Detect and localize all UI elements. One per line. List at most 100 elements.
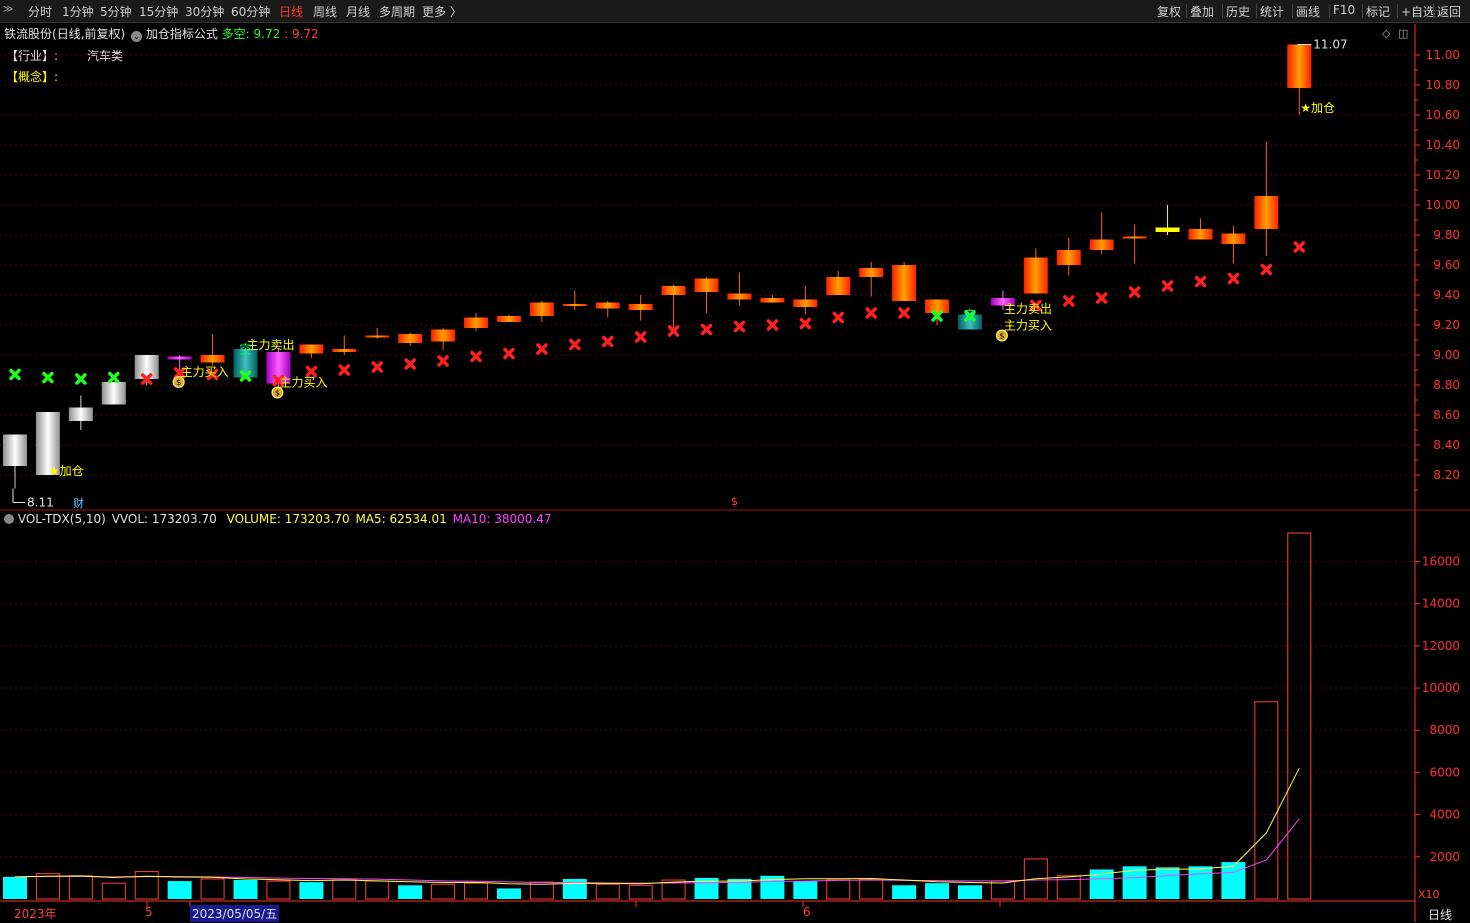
volume-bar <box>332 879 357 900</box>
volume-bar <box>694 877 719 899</box>
signal-stroke <box>140 373 153 385</box>
period-tab-2[interactable]: 5分钟 <box>100 3 132 20</box>
period-tab-4[interactable]: 30分钟 <box>185 3 224 20</box>
diamond-icon[interactable]: ◇ <box>1382 27 1390 40</box>
signal-stroke <box>1095 292 1108 304</box>
signal-stroke <box>272 374 285 387</box>
green-signal-mark <box>42 371 54 384</box>
signal-stroke <box>206 368 219 381</box>
price-tick-label: 11.00 <box>1426 48 1460 62</box>
period-tab-7[interactable]: 周线 <box>313 3 337 20</box>
maximize-icon[interactable]: ◫ <box>1398 27 1408 40</box>
signal-stroke <box>1260 263 1273 276</box>
volume-tick-label: 14000 <box>1422 597 1460 611</box>
volume-bar <box>464 882 489 900</box>
signal-stroke <box>305 365 318 378</box>
volume-bar <box>1254 701 1279 900</box>
year-label: 2023年 <box>14 907 57 921</box>
green-signal-mark <box>9 368 21 381</box>
signal-stroke <box>42 371 54 384</box>
candle-body <box>562 304 587 306</box>
red-signal-mark <box>404 358 416 370</box>
volume-bar <box>892 885 917 899</box>
dividend-marker[interactable]: $ <box>731 495 738 508</box>
red-signal-mark <box>832 311 844 324</box>
price-tick-label: 10.00 <box>1426 198 1460 212</box>
red-signal-mark <box>1293 241 1306 253</box>
signal-stroke <box>634 331 647 343</box>
toolbar-separator <box>1256 4 1257 18</box>
toolbar-action-4[interactable]: 画线 <box>1296 3 1320 20</box>
coin-icon <box>995 329 1008 342</box>
toolbar-action-8[interactable]: 返回 <box>1437 3 1461 20</box>
period-tab-8[interactable]: 月线 <box>346 3 370 20</box>
period-label[interactable]: 日线 <box>1428 906 1452 923</box>
toolbar-action-5[interactable]: F10 <box>1333 3 1355 17</box>
kline-chart[interactable]: 8.20 8.40 8.60 8.80 9.00 9.20 9.40 9.60 9.80 10.0… <box>0 0 1470 922</box>
signal-stroke <box>931 310 943 322</box>
formula-selector[interactable]: ⌄ 加仓指标公式 多空: 9.72 : 9.72 <box>131 25 319 42</box>
red-signal-mark <box>305 365 318 378</box>
signal-stroke <box>305 365 318 378</box>
volume-indicator-name[interactable]: VOL-TDX(5,10) <box>18 512 106 526</box>
month-5-label: 5 <box>145 905 153 919</box>
signal-stroke <box>865 307 877 319</box>
green-signal-mark <box>239 370 252 382</box>
chart-annotation: ★加仓 <box>1300 101 1335 115</box>
signal-stroke <box>700 323 713 336</box>
period-tab-6[interactable]: 日线 <box>279 3 303 20</box>
stock-title: 铁流股份(日线,前复权) <box>4 25 125 42</box>
signal-stroke <box>42 371 54 384</box>
volume-tick-label: 16000 <box>1422 554 1460 568</box>
green-signal-mark <box>75 373 87 385</box>
candle-body <box>365 335 390 338</box>
period-tab-0[interactable]: 分时 <box>28 3 52 20</box>
collapse-icon[interactable]: ≫ <box>3 4 13 15</box>
candle-body <box>1287 44 1312 88</box>
candle-body <box>859 268 884 277</box>
candle-body <box>661 286 686 295</box>
signal-stroke <box>733 320 746 333</box>
price-tick-label: 8.80 <box>1433 378 1460 392</box>
period-tab-1[interactable]: 1分钟 <box>62 3 94 20</box>
candle-body <box>628 304 653 310</box>
signal-stroke <box>601 335 614 348</box>
toolbar-separator <box>1186 4 1187 18</box>
signal-stroke <box>1128 286 1141 298</box>
formula-name[interactable]: 加仓指标公式 <box>146 27 218 41</box>
toolbar-action-0[interactable]: 复权 <box>1157 3 1181 20</box>
volume-bar <box>990 880 1015 900</box>
toolbar-action-2[interactable]: 历史 <box>1226 3 1250 20</box>
candle-body <box>694 278 719 292</box>
toolbar-action-3[interactable]: 统计 <box>1260 3 1284 20</box>
candle-body <box>266 352 291 384</box>
candle-body <box>793 299 818 307</box>
toolbar-action-7[interactable]: +自选 <box>1401 3 1435 20</box>
signal-stroke <box>931 310 943 322</box>
volume-dropdown-icon[interactable] <box>4 514 14 524</box>
candle-body <box>3 434 27 466</box>
chart-annotation: 主力卖出 <box>247 338 295 352</box>
signal-stroke <box>470 350 482 363</box>
dropdown-circle-icon[interactable]: ⌄ <box>131 31 142 42</box>
volume-bar <box>1155 867 1180 899</box>
chart-annotation: 主力买入 <box>1004 319 1052 333</box>
red-signal-mark <box>1063 295 1075 307</box>
price-tick-label: 8.20 <box>1433 468 1460 482</box>
stock-name[interactable]: 铁流股份 <box>4 27 52 41</box>
candle-body <box>68 407 93 421</box>
finance-marker[interactable]: 财 <box>73 495 84 511</box>
candle-body <box>529 302 554 316</box>
volume-bar <box>793 881 818 899</box>
toolbar-action-1[interactable]: 叠加 <box>1190 3 1214 20</box>
period-tab-5[interactable]: 60分钟 <box>231 3 270 20</box>
signal-stroke <box>1030 299 1042 312</box>
period-tab-9[interactable]: 多周期 <box>379 3 415 20</box>
signal-stroke <box>371 361 383 373</box>
period-tab-3[interactable]: 15分钟 <box>139 3 178 20</box>
coin-glyph: $ <box>999 332 1004 341</box>
red-signal-mark <box>733 320 746 333</box>
cursor-date-label: 2023/05/05/五 <box>190 905 280 922</box>
toolbar-action-6[interactable]: 标记 <box>1366 3 1390 20</box>
period-tab-10[interactable]: 更多 〉 <box>422 3 462 20</box>
